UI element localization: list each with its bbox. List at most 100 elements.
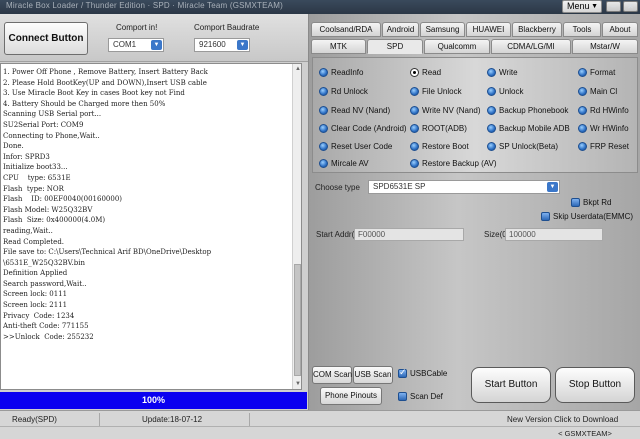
menu-label: Menu (567, 1, 590, 11)
comport-select[interactable]: COM1 ▼ (108, 38, 164, 52)
log-line: Anti-theft Code: 771155 (3, 322, 89, 331)
tab-mtk[interactable]: MTK (311, 39, 366, 54)
stop-button[interactable]: Stop Button (555, 367, 635, 403)
tab-android[interactable]: Android (382, 22, 419, 37)
start-button[interactable]: Start Button (471, 367, 551, 403)
phone-pinouts-button[interactable]: Phone Pinouts (320, 387, 382, 405)
option-clear-code-android[interactable]: Clear Code (Android) (319, 124, 407, 133)
log-line: Screen lock: 0111 (3, 290, 68, 299)
minimize-button[interactable]: ‒ (606, 1, 621, 12)
option-main-cl[interactable]: Main Cl (578, 87, 617, 96)
checkbox-icon (398, 367, 407, 378)
usb-scan-button[interactable]: USB Scan (353, 366, 393, 384)
log-line: 2. Please Hold BootKey(UP and DOWN),Inse… (3, 78, 207, 87)
tab-cdma-lg-mi[interactable]: CDMA/LG/MI (491, 39, 571, 54)
usbcable-checkbox[interactable]: USBCable (398, 367, 447, 378)
tab-qualcomm[interactable]: Qualcomm (424, 39, 490, 54)
connect-button[interactable]: Connect Button (4, 22, 88, 55)
radio-icon (319, 106, 328, 115)
option-label: File Unlock (422, 87, 462, 96)
log-line: SU2Serial Port: COM9 (3, 120, 84, 129)
start-addr-field[interactable]: F00000 (354, 228, 464, 241)
tab-about[interactable]: About (602, 22, 638, 37)
skip-userdata-checkbox[interactable]: Skip Userdata(EMMC) (541, 212, 633, 221)
radio-icon (487, 142, 496, 151)
tab-coolsand-rda[interactable]: Coolsand/RDA (311, 22, 381, 37)
scroll-thumb[interactable] (294, 264, 301, 376)
option-wr-hwinfo[interactable]: Wr HWinfo (578, 124, 629, 133)
option-backup-phonebook[interactable]: Backup Phonebook (487, 106, 568, 115)
option-label: Format (590, 68, 616, 77)
close-button[interactable]: ✕ (623, 1, 638, 12)
option-read[interactable]: Read (410, 68, 441, 77)
log-line: File save to: C:\Users\Technical Arif BD… (3, 248, 212, 257)
option-sp-unlock-beta[interactable]: SP Unlock(Beta) (487, 142, 558, 151)
log-line: Definition Applied (3, 269, 68, 278)
radio-icon (487, 124, 496, 133)
option-restore-backup-av[interactable]: Restore Backup (AV) (410, 159, 497, 168)
log-lines: 1. Power Off Phone , Remove Battery, Ins… (3, 67, 289, 342)
tab-tools[interactable]: Tools (563, 22, 601, 37)
option-frp-reset[interactable]: FRP Reset (578, 142, 629, 151)
option-label: Mircale AV (331, 159, 369, 168)
tab-samsung[interactable]: Samsung (420, 22, 465, 37)
option-unlock[interactable]: Unlock (487, 87, 523, 96)
option-label: Write NV (Nand) (422, 106, 481, 115)
scan-def-checkbox[interactable]: Scan Def (398, 392, 443, 401)
scroll-up-icon[interactable]: ▲ (293, 64, 301, 74)
radio-icon (410, 159, 419, 168)
log-line: >>Unlock Code: 255232 (3, 332, 94, 341)
option-rd-unlock[interactable]: Rd Unlock (319, 87, 368, 96)
chevron-down-icon: ▼ (237, 40, 248, 50)
option-label: Backup Mobile ADB (499, 124, 570, 133)
option-restore-boot[interactable]: Restore Boot (410, 142, 469, 151)
baud-select[interactable]: 921600 ▼ (194, 38, 250, 52)
com-scan-button[interactable]: COM Scan (312, 366, 352, 384)
tab-huawei[interactable]: HUAWEI (466, 22, 511, 37)
option-label: Rd HWinfo (590, 106, 629, 115)
option-label: ROOT(ADB) (422, 124, 467, 133)
size-field[interactable]: 100000 (505, 228, 603, 241)
option-label: SP Unlock(Beta) (499, 142, 558, 151)
log-line: CPU type: 6531E (3, 173, 71, 182)
skip-userdata-label: Skip Userdata(EMMC) (553, 212, 634, 221)
option-rd-hwinfo[interactable]: Rd HWinfo (578, 106, 629, 115)
menu-button[interactable]: Menu ▼ (562, 0, 602, 13)
scroll-down-icon[interactable]: ▼ (293, 379, 301, 389)
option-readinfo[interactable]: ReadInfo (319, 68, 363, 77)
log-scrollbar[interactable]: ▲ ▼ (292, 64, 301, 389)
option-mircale-av[interactable]: Mircale AV (319, 159, 369, 168)
log-line: Scanning USB Serial port... (3, 110, 102, 119)
log-output[interactable]: 1. Power Off Phone , Remove Battery, Ins… (0, 63, 302, 390)
option-label: ReadInfo (331, 68, 364, 77)
log-line: Initialize boot33... (3, 163, 68, 172)
option-file-unlock[interactable]: File Unlock (410, 87, 462, 96)
bkpt-rd-checkbox[interactable]: Bkpt Rd (571, 198, 611, 207)
tab-mstar[interactable]: Mstar/W (572, 39, 638, 54)
new-version-link[interactable]: New Version Click to Download (507, 415, 618, 424)
option-reset-user-code[interactable]: Reset User Code (319, 142, 392, 151)
option-write-nv-nand[interactable]: Write NV (Nand) (410, 106, 481, 115)
option-label: Restore Backup (AV) (422, 159, 497, 168)
radio-icon (487, 106, 496, 115)
option-read-nv-nand[interactable]: Read NV (Nand) (319, 106, 390, 115)
option-label: Read (422, 68, 442, 77)
radio-icon (319, 142, 328, 151)
tab-spd[interactable]: SPD (367, 39, 423, 54)
log-line: reading,Wait.. (3, 226, 53, 235)
chevron-down-icon: ▼ (151, 40, 162, 50)
option-write[interactable]: Write (487, 68, 518, 77)
log-line: 1. Power Off Phone , Remove Battery, Ins… (3, 68, 208, 76)
option-format[interactable]: Format (578, 68, 615, 77)
baud-label: Comport Baudrate (194, 23, 260, 32)
baud-value: 921600 (199, 40, 226, 49)
log-line: Done. (3, 142, 24, 151)
log-line: Privacy Code: 1234 (3, 311, 75, 320)
tab-blackberry[interactable]: Blackberry (512, 22, 562, 37)
option-label: Rd Unlock (331, 87, 368, 96)
option-root-adb[interactable]: ROOT(ADB) (410, 124, 467, 133)
choose-type-select[interactable]: SPD6531E SP ▼ (368, 180, 560, 194)
option-backup-mobile-adb[interactable]: Backup Mobile ADB (487, 124, 570, 133)
start-addr-label: Start Addr( (316, 230, 355, 239)
option-label: FRP Reset (590, 142, 629, 151)
